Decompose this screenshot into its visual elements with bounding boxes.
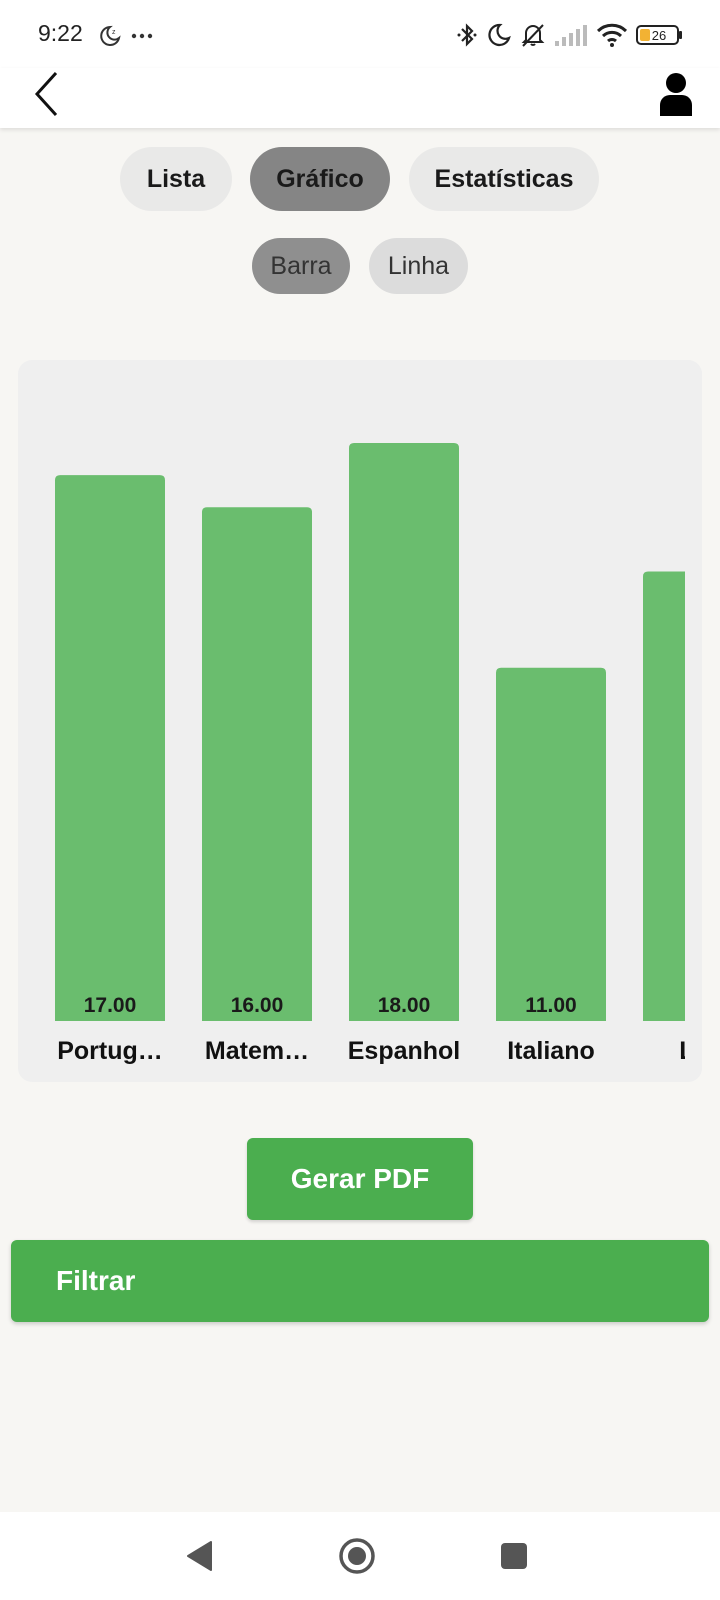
nav-back-button[interactable]: [172, 1528, 228, 1584]
system-nav-bar: [0, 1512, 720, 1600]
bluetooth-icon: [457, 23, 477, 47]
category-label: Espanhol: [348, 1037, 461, 1065]
moon-icon: [488, 23, 511, 47]
status-right-icons: 26: [456, 20, 684, 50]
chart-type-bar-label: Barra: [270, 251, 332, 280]
bar-value-label: 17.00: [84, 994, 137, 1017]
profile-button[interactable]: [652, 68, 700, 120]
status-left-icons: z: [98, 24, 158, 53]
tab-grafico-label: Gráfico: [276, 164, 364, 193]
bar-3[interactable]: [496, 667, 606, 1021]
back-button[interactable]: [26, 68, 66, 120]
filter-label: Filtrar: [56, 1265, 136, 1296]
more-dots-icon: [131, 33, 153, 39]
bar-1[interactable]: [202, 507, 312, 1021]
bar-value-label: 18.00: [378, 994, 431, 1017]
battery-icon: 26: [636, 25, 682, 45]
generate-pdf-button[interactable]: Gerar PDF: [247, 1138, 473, 1220]
tab-lista[interactable]: Lista: [120, 147, 232, 211]
status-time: 9:22: [38, 20, 83, 46]
chart-type-bar[interactable]: Barra: [252, 238, 350, 294]
bell-off-icon: [521, 24, 545, 47]
nav-recents-button[interactable]: [486, 1528, 542, 1584]
wifi-icon: [596, 23, 628, 47]
battery-level: 26: [652, 28, 666, 43]
filter-button[interactable]: Filtrar: [11, 1240, 709, 1322]
bar-value-label: 16.00: [231, 994, 284, 1017]
svg-text:z: z: [112, 29, 116, 36]
chart-clip-edge: [685, 360, 702, 1082]
bar-2[interactable]: [349, 443, 459, 1021]
bar-value-label: 11.00: [525, 994, 576, 1017]
category-label: Italiano: [507, 1037, 595, 1065]
home-circle-icon: [339, 1538, 375, 1574]
bar-chart-svg: 17.00 Portug… 16.00 Matem… 18.00 Espanhol 11.0…: [55, 360, 702, 1082]
nav-home-button[interactable]: [329, 1528, 385, 1584]
category-label: Matem…: [205, 1037, 309, 1065]
tab-estatisticas-label: Estatísticas: [434, 164, 574, 193]
app-bar: [0, 68, 720, 128]
chart-type-line-label: Linha: [387, 251, 450, 280]
do-not-disturb-moon-icon: z: [100, 25, 121, 46]
chevron-left-icon: [34, 71, 58, 117]
tab-lista-label: Lista: [146, 164, 206, 193]
square-recents-icon: [501, 1543, 527, 1569]
generate-pdf-label: Gerar PDF: [290, 1163, 430, 1194]
chart-type-line[interactable]: Linha: [369, 238, 468, 294]
category-label: Portug…: [57, 1037, 163, 1065]
bar-chart[interactable]: 17.00 Portug… 16.00 Matem… 18.00 Espanhol 11.0…: [18, 360, 702, 1082]
status-bar: 9:22 z 26: [0, 0, 720, 68]
signal-icon: [555, 25, 587, 46]
tab-grafico[interactable]: Gráfico: [250, 147, 390, 211]
person-icon: [660, 73, 692, 116]
tab-estatisticas[interactable]: Estatísticas: [409, 147, 599, 211]
bar-0[interactable]: [55, 475, 165, 1022]
triangle-back-icon: [187, 1541, 212, 1571]
